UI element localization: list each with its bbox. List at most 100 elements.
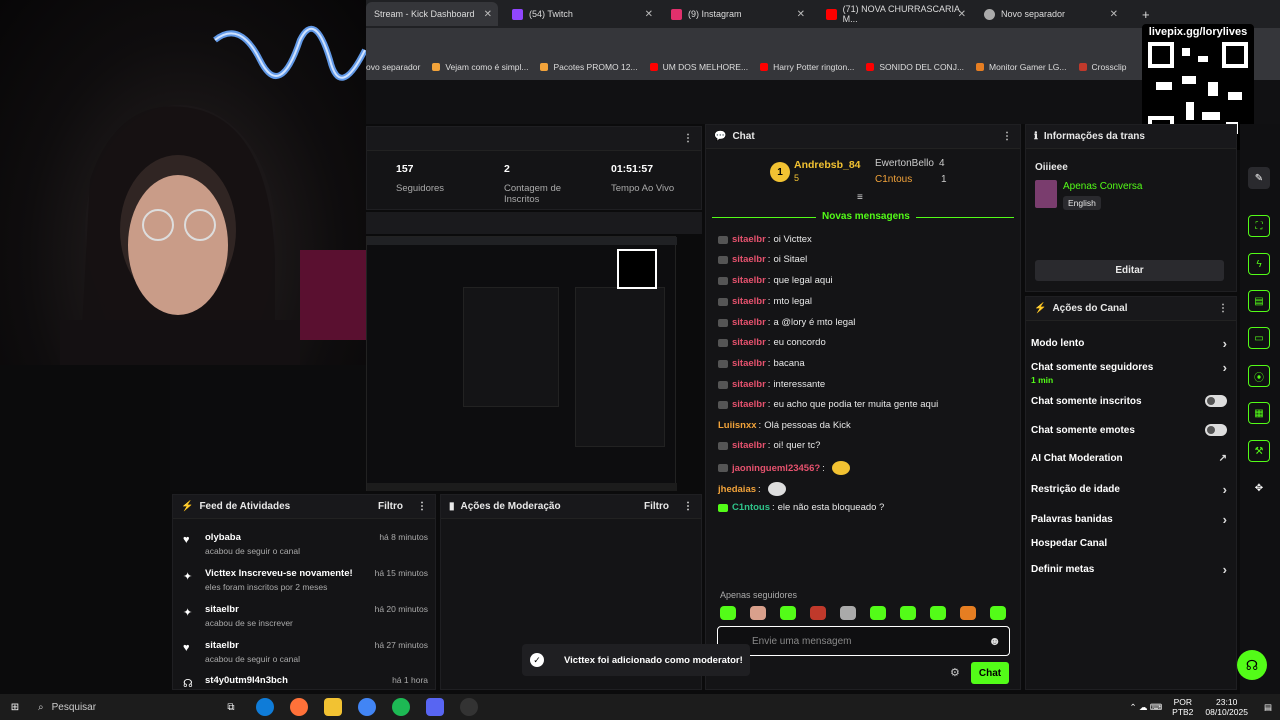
close-icon[interactable]: ✕: [1110, 9, 1118, 20]
emote-icon[interactable]: [780, 606, 796, 620]
send-chat-button[interactable]: Chat: [971, 662, 1009, 684]
notification-icon[interactable]: ▤: [1264, 702, 1272, 713]
webcam-scene: [60, 25, 366, 365]
folder-icon[interactable]: [324, 698, 342, 716]
tray-icons[interactable]: ⌃ ☁ ⌨: [1130, 702, 1163, 713]
emote-icon[interactable]: [900, 606, 916, 620]
settings-icon[interactable]: ⚙: [950, 666, 960, 679]
search-box[interactable]: ⌕ Pesquisar: [38, 697, 214, 717]
pencil-icon[interactable]: ✎: [1248, 167, 1270, 189]
broadcast-icon[interactable]: ⦿: [1248, 365, 1270, 387]
tab-kick-dashboard[interactable]: Stream - Kick Dashboard ✕: [366, 2, 498, 26]
leaderboard-name[interactable]: Andrebsb_84: [794, 159, 861, 171]
action-followers-only[interactable]: Chat somente seguidores › 1 min: [1031, 360, 1227, 385]
lightning-icon[interactable]: ϟ: [1248, 253, 1270, 275]
tab-instagram[interactable]: (9) Instagram ✕: [663, 2, 811, 26]
chat-input[interactable]: Envie uma mensagem ☻: [717, 626, 1010, 656]
emote-icon[interactable]: [930, 606, 946, 620]
filter-button[interactable]: Filtro: [644, 501, 669, 512]
chat-username[interactable]: sitaelbr: [732, 296, 766, 307]
feed-time: há 8 minutos: [379, 532, 428, 542]
chat-username[interactable]: sitaelbr: [732, 379, 766, 390]
emote-icon[interactable]: [960, 606, 976, 620]
bookmark-item[interactable]: Pacotes PROMO 12...: [540, 62, 638, 72]
bookmark-item[interactable]: Monitor Gamer LG...: [976, 62, 1067, 72]
support-headset-icon[interactable]: ☊: [1237, 650, 1267, 680]
leaderboard-name[interactable]: EwertonBello: [875, 158, 934, 169]
chrome-icon[interactable]: [358, 698, 376, 716]
close-icon[interactable]: ✕: [958, 9, 966, 20]
action-slow-mode[interactable]: Modo lento ›: [1031, 336, 1227, 351]
badge-icon: [718, 503, 728, 512]
chat-username[interactable]: sitaelbr: [732, 317, 766, 328]
chat-message: jaoningueml23456?:: [718, 461, 850, 475]
more-icon[interactable]: ⋮: [417, 501, 427, 512]
action-ai-moderation[interactable]: AI Chat Moderation ↗: [1031, 453, 1227, 464]
chat-username[interactable]: jhedaias: [718, 484, 756, 495]
emote-icon[interactable]: [870, 606, 886, 620]
bookmark-item[interactable]: SONIDO DEL CONJ...: [866, 62, 964, 72]
task-view-icon[interactable]: ⧉: [222, 698, 240, 716]
bookmark-item[interactable]: ovo separador: [366, 62, 420, 72]
document-icon[interactable]: ▤: [1248, 290, 1270, 312]
toggle-switch[interactable]: [1205, 395, 1227, 407]
chat-username[interactable]: sitaelbr: [732, 440, 766, 451]
action-banned-words[interactable]: Palavras banidas ›: [1031, 512, 1227, 527]
filter-button[interactable]: Filtro: [378, 501, 403, 512]
emote-icon[interactable]: [990, 606, 1006, 620]
wrench-icon[interactable]: ⚒: [1248, 440, 1270, 462]
edit-button[interactable]: Editar: [1035, 260, 1224, 281]
chat-username[interactable]: sitaelbr: [732, 254, 766, 265]
close-icon[interactable]: ✕: [797, 9, 805, 20]
category-link[interactable]: Apenas Conversa: [1063, 181, 1143, 192]
more-icon[interactable]: ⋮: [683, 501, 693, 512]
emoji-icon[interactable]: ☻: [988, 634, 1001, 648]
emote-icon[interactable]: [810, 606, 826, 620]
drag-icon[interactable]: ✥: [1248, 477, 1270, 499]
chat-username[interactable]: sitaelbr: [732, 358, 766, 369]
stream-preview[interactable]: [366, 236, 677, 491]
chat-username[interactable]: Luiisnxx: [718, 420, 757, 431]
action-host-channel[interactable]: Hospedar Canal: [1031, 538, 1227, 549]
tab-youtube[interactable]: (71) NOVA CHURRASCARIA M... ✕: [818, 2, 972, 26]
emote-icon[interactable]: [840, 606, 856, 620]
emote-icon[interactable]: [720, 606, 736, 620]
obs-icon[interactable]: [460, 698, 478, 716]
more-icon[interactable]: ⋮: [683, 133, 693, 144]
language-indicator[interactable]: POR PTB2: [1172, 697, 1193, 717]
bookmark-item[interactable]: UM DOS MELHORE...: [649, 62, 748, 72]
tab-new[interactable]: Novo separador ✕: [976, 2, 1124, 26]
close-icon[interactable]: ✕: [484, 9, 492, 20]
fullscreen-icon[interactable]: ⛶: [1248, 215, 1270, 237]
bookmark-item[interactable]: Crossclip: [1078, 62, 1126, 72]
windows-start-icon[interactable]: ⊞: [6, 698, 24, 716]
more-icon[interactable]: ⋮: [1218, 303, 1228, 314]
more-icon[interactable]: ⋮: [1002, 131, 1012, 142]
close-icon[interactable]: ✕: [645, 9, 653, 20]
toggle-switch[interactable]: [1205, 424, 1227, 436]
action-age-restriction[interactable]: Restrição de idade ›: [1031, 482, 1227, 497]
chat-bubble-icon[interactable]: ▭: [1248, 327, 1270, 349]
chat-username[interactable]: sitaelbr: [732, 399, 766, 410]
chat-username[interactable]: sitaelbr: [732, 337, 766, 348]
new-tab-button[interactable]: +: [1134, 2, 1154, 26]
clock[interactable]: 23:10 08/10/2025: [1205, 697, 1248, 717]
chat-username[interactable]: C1ntous: [732, 502, 770, 513]
emote-icon[interactable]: [750, 606, 766, 620]
leaderboard-name[interactable]: C1ntous: [875, 174, 912, 185]
edge-icon[interactable]: [256, 698, 274, 716]
expand-icon[interactable]: ≡: [857, 192, 863, 203]
chat-username[interactable]: sitaelbr: [732, 234, 766, 245]
spotify-icon[interactable]: [392, 698, 410, 716]
bookmark-item[interactable]: Harry Potter rington...: [760, 62, 854, 72]
discord-icon[interactable]: [426, 698, 444, 716]
bookmark-item[interactable]: Vejam como é simpl...: [432, 62, 528, 72]
preview-qr-icon: [617, 249, 657, 289]
chat-username[interactable]: jaoningueml23456?: [732, 463, 820, 474]
action-set-goals[interactable]: Definir metas ›: [1031, 562, 1227, 577]
layout-icon[interactable]: ▦: [1248, 402, 1270, 424]
tab-twitch[interactable]: (54) Twitch ✕: [504, 2, 659, 26]
firefox-icon[interactable]: [290, 698, 308, 716]
feed-sub: acabou de seguir o canal: [205, 546, 300, 556]
chat-username[interactable]: sitaelbr: [732, 275, 766, 286]
